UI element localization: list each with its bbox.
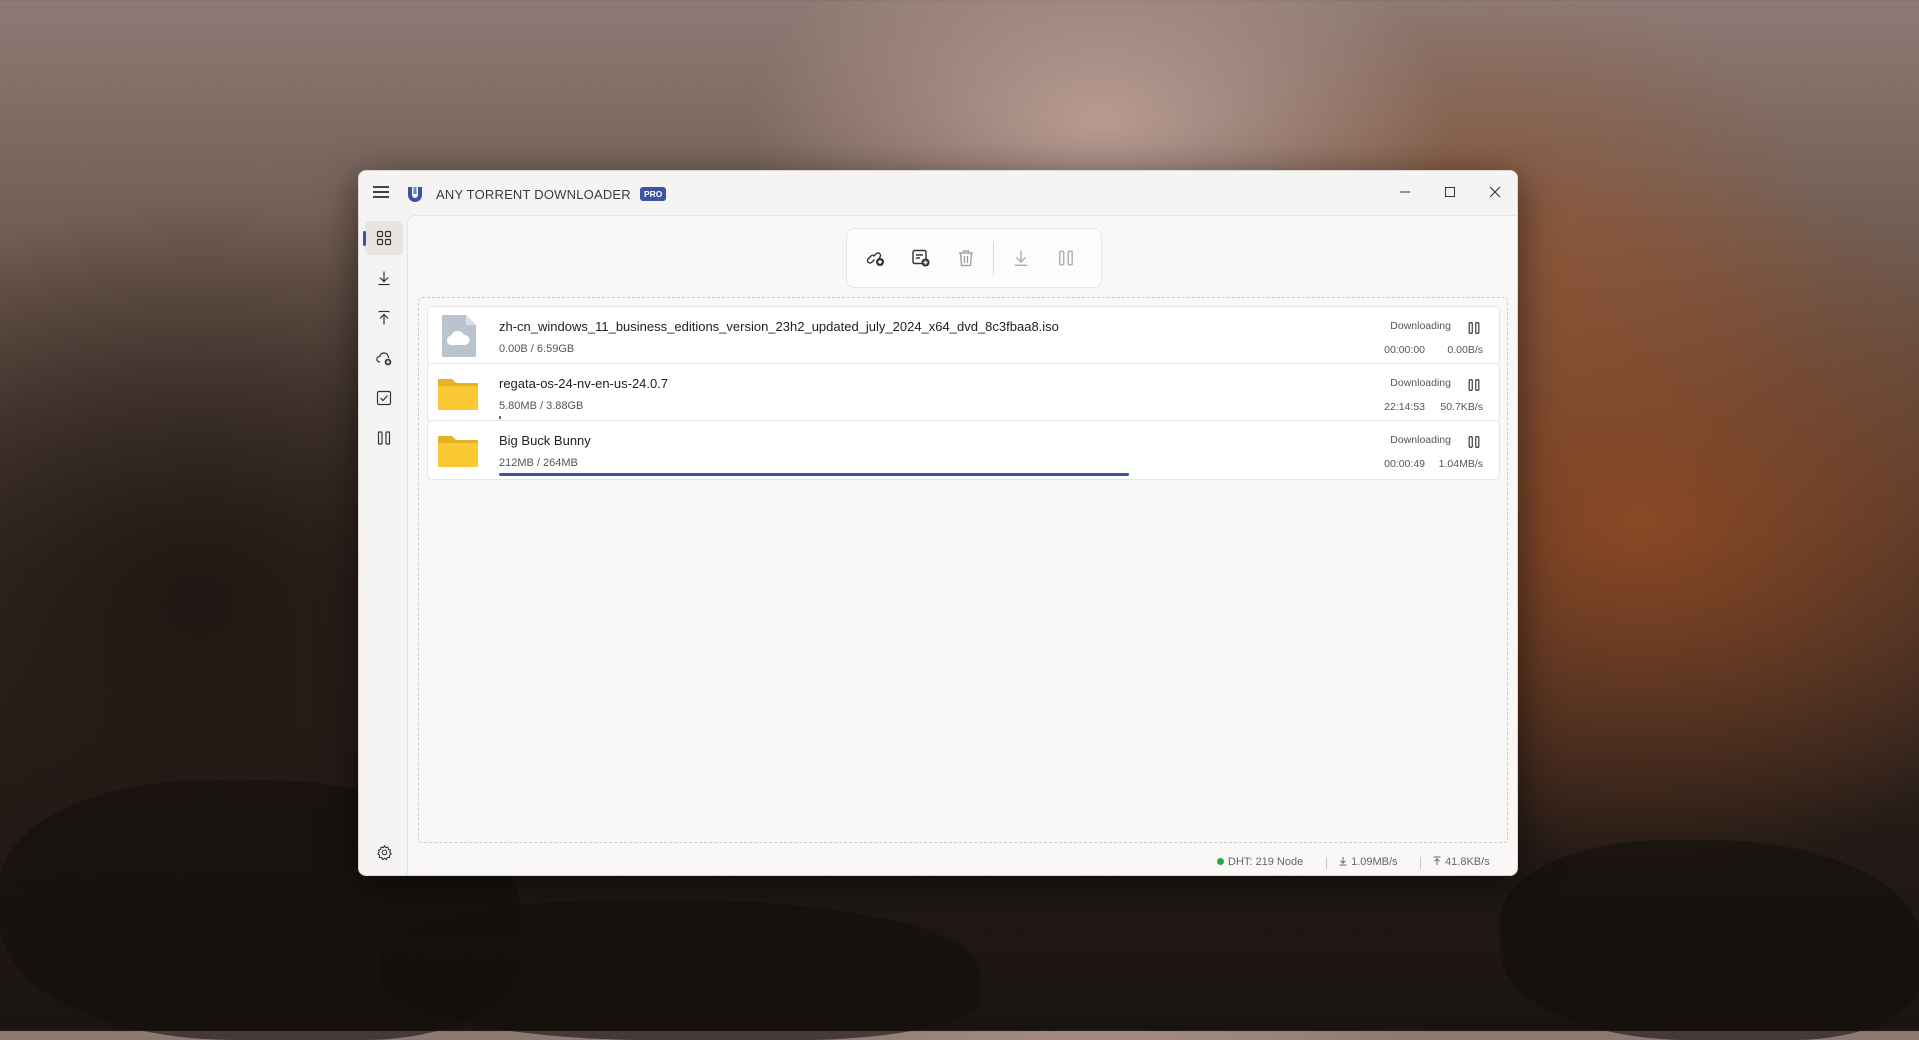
progress-bar [499,416,1287,419]
add-link-button[interactable] [861,243,891,273]
cloud-add-icon [375,352,391,366]
sidebar-item-paused[interactable] [365,421,403,455]
status-separator [1420,857,1421,869]
torrent-status: Downloading [1390,377,1451,389]
settings-button[interactable] [365,835,403,869]
torrent-speed: 1.04MB/s [1438,458,1483,470]
hamburger-menu-icon[interactable] [373,185,389,199]
torrent-row[interactable]: regata-os-24-nv-en-us-24.0.7 5.80MB / 3.… [427,363,1500,423]
torrent-row[interactable]: zh-cn_windows_11_business_editions_versi… [427,306,1500,366]
minimize-button[interactable] [1383,177,1427,207]
cloud-file-icon [442,315,476,357]
pro-badge: PRO [640,187,667,201]
delete-icon [959,250,973,267]
progress-bar [499,359,1287,362]
torrent-size: 5.80MB / 3.88GB [499,400,584,412]
toolbar-separator [993,241,994,275]
pause-icon [1468,379,1480,391]
main-content: zh-cn_windows_11_business_editions_versi… [407,215,1517,875]
gear-icon [376,844,392,860]
pause-all-icon [1059,250,1073,266]
torrent-eta: 22:14:53 [1384,401,1425,413]
torrent-speed: 50.7KB/s [1440,401,1483,413]
folder-icon [438,379,478,410]
torrent-size: 212MB / 264MB [499,457,578,469]
torrent-name: zh-cn_windows_11_business_editions_versi… [499,319,1059,334]
sidebar-item-seeding[interactable] [365,301,403,335]
download-speed: 1.09MB/s [1338,856,1398,868]
sidebar [359,215,407,875]
sidebar-item-completed[interactable] [365,381,403,415]
progress-bar [499,473,1287,476]
pause-icon [1468,322,1480,334]
pause-icon [377,431,391,445]
torrent-size: 0.00B / 6.59GB [499,343,575,355]
torrent-status: Downloading [1390,434,1451,446]
torrent-eta: 00:00:49 [1384,458,1425,470]
folder-icon [438,436,478,467]
torrent-list: zh-cn_windows_11_business_editions_versi… [418,297,1508,843]
app-title: ANY TORRENT DOWNLOADER [436,187,631,202]
close-icon [1489,186,1501,198]
sidebar-item-downloading[interactable] [365,261,403,295]
active-indicator [363,231,366,246]
upload-speed: 41.8KB/s [1432,856,1490,868]
pause-all-button[interactable] [1051,243,1081,273]
pause-button[interactable] [1463,317,1485,339]
pause-button[interactable] [1463,431,1485,453]
torrent-speed: 0.00B/s [1447,344,1483,356]
resume-all-button[interactable] [1006,243,1036,273]
app-logo-icon [408,187,422,202]
sidebar-item-cloud[interactable] [365,341,403,375]
status-separator [1326,857,1327,869]
torrent-name: Big Buck Bunny [499,433,591,448]
delete-button[interactable] [951,243,981,273]
resume-all-icon [1014,250,1028,266]
pause-button[interactable] [1463,374,1485,396]
background-rock [380,900,980,1040]
app-window: ANY TORRENT DOWNLOADER PRO zh-cn_windows… [358,170,1518,876]
maximize-icon [1445,187,1455,197]
checkbox-icon [376,390,392,406]
grid-icon [376,230,392,246]
upload-icon [378,310,390,325]
title-bar: ANY TORRENT DOWNLOADER PRO [359,171,1517,215]
background-rock [1500,840,1919,1040]
sidebar-item-all[interactable] [363,221,403,255]
torrent-status: Downloading [1390,320,1451,332]
torrent-row[interactable]: Big Buck Bunny 212MB / 264MB Downloading… [427,420,1500,480]
add-link-icon [866,252,884,266]
add-file-button[interactable] [906,243,936,273]
close-button[interactable] [1473,177,1517,207]
torrent-name: regata-os-24-nv-en-us-24.0.7 [499,376,669,391]
status-bar: DHT: 219 Node 1.09MB/s 41.8KB/s [408,851,1517,875]
minimize-icon [1400,191,1410,193]
dht-status: DHT: 219 Node [1217,856,1303,868]
upload-icon [1433,856,1441,866]
download-icon [1339,856,1347,866]
add-file-icon [912,249,930,267]
torrent-eta: 00:00:00 [1384,344,1425,356]
toolbar [846,228,1102,288]
maximize-button[interactable] [1428,177,1472,207]
download-icon [378,271,390,286]
pause-icon [1468,436,1480,448]
dht-indicator [1217,858,1224,865]
